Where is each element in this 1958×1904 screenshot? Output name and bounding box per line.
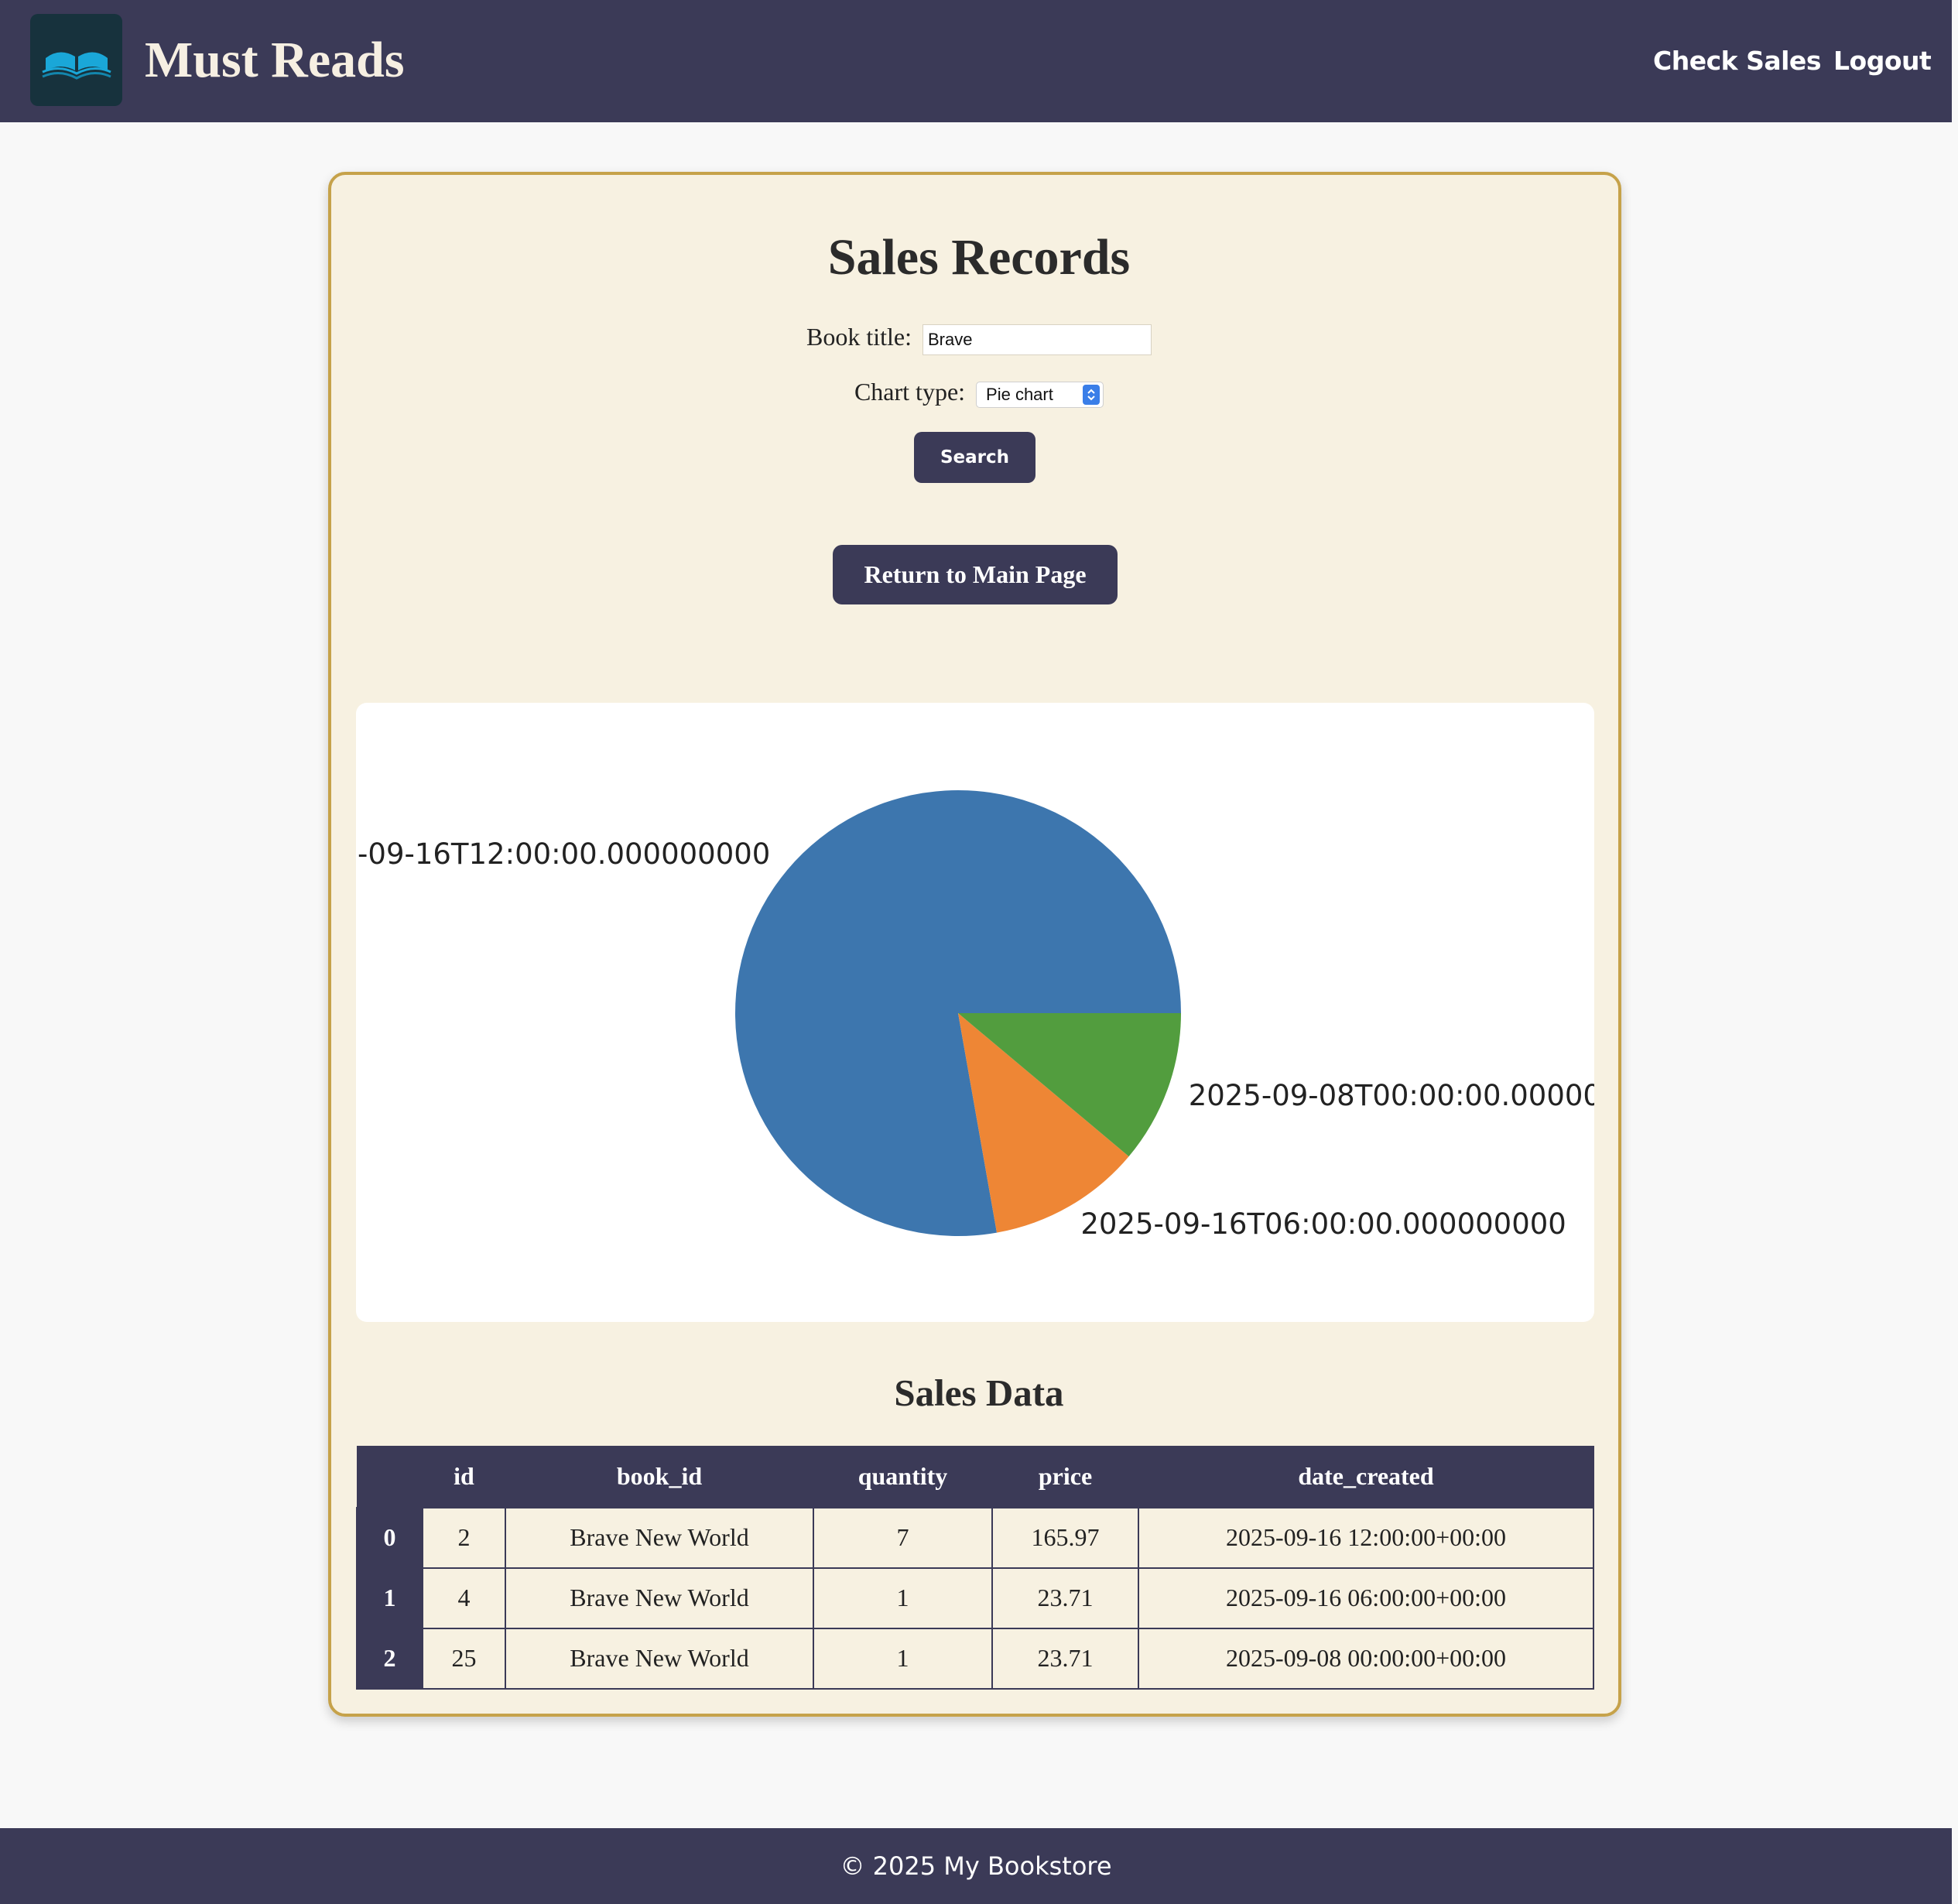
nav-check-sales-link[interactable]: Check Sales — [1653, 43, 1821, 79]
footer: © 2025 My Bookstore — [0, 1828, 1952, 1904]
sales-data-table: id book_id quantity price date_created 0… — [356, 1446, 1594, 1690]
book-logo-icon[interactable] — [30, 14, 122, 106]
date-created-cell: 2025-09-16 12:00:00+00:00 — [1138, 1506, 1594, 1569]
table-row: 2 25 Brave New World 1 23.71 2025-09-08 … — [356, 1627, 1594, 1690]
sales-data-title: Sales Data — [894, 1371, 1064, 1414]
select-arrows-icon — [1083, 384, 1101, 405]
column-header-id: id — [422, 1446, 506, 1508]
chart-type-label: Chart type: — [854, 378, 966, 406]
book-title-row: Book title: — [0, 320, 1958, 355]
nav-logout-link[interactable]: Logout — [1833, 43, 1932, 79]
quantity-cell: 1 — [813, 1567, 993, 1629]
quantity-cell: 1 — [813, 1627, 993, 1690]
row-index-cell: 1 — [356, 1567, 423, 1629]
id-cell: 4 — [422, 1567, 506, 1629]
pie-chart: 2025-09-16T12:00:00.000000000 2025-09-16T… — [356, 790, 1594, 1241]
date-created-cell: 2025-09-08 00:00:00+00:00 — [1138, 1627, 1594, 1690]
pie-slice-label: 2025-09-16T12:00:00.000000000 — [356, 837, 770, 871]
id-cell: 25 — [422, 1627, 506, 1690]
pie-slice-label: 2025-09-08T00:00:00.000000000 — [1189, 1079, 1594, 1112]
return-main-page-button[interactable]: Return to Main Page — [833, 545, 1118, 604]
book-id-cell: Brave New World — [505, 1506, 814, 1569]
column-header-book-id: book_id — [505, 1446, 814, 1508]
price-cell: 23.71 — [991, 1567, 1139, 1629]
table-row: 0 2 Brave New World 7 165.97 2025-09-16 … — [356, 1506, 1594, 1569]
pie-slice-label: 2025-09-16T06:00:00.000000000 — [1080, 1207, 1566, 1241]
id-cell: 2 — [422, 1506, 506, 1569]
row-index-cell: 2 — [356, 1627, 423, 1690]
book-title-label: Book title: — [806, 323, 912, 351]
chart-type-select[interactable]: Pie chart — [976, 381, 1104, 408]
brand-title[interactable]: Must Reads — [145, 29, 405, 91]
book-id-cell: Brave New World — [505, 1627, 814, 1690]
pie-chart-container: 2025-09-16T12:00:00.000000000 2025-09-16T… — [356, 703, 1594, 1322]
price-cell: 23.71 — [991, 1627, 1139, 1690]
table-header-row: id book_id quantity price date_created — [356, 1446, 1594, 1508]
top-navbar: Must Reads Check Sales Logout — [0, 0, 1952, 122]
search-button[interactable]: Search — [914, 432, 1035, 483]
column-header-date-created: date_created — [1138, 1446, 1594, 1508]
table-row: 1 4 Brave New World 1 23.71 2025-09-16 0… — [356, 1567, 1594, 1629]
price-cell: 165.97 — [991, 1506, 1139, 1569]
footer-copyright: © 2025 My Bookstore — [840, 1851, 1112, 1881]
chart-type-selected-value: Pie chart — [986, 384, 1053, 404]
column-header-index — [356, 1446, 423, 1508]
quantity-cell: 7 — [813, 1506, 993, 1569]
book-id-cell: Brave New World — [505, 1567, 814, 1629]
chart-type-row: Chart type: Pie chart — [0, 375, 1958, 409]
column-header-quantity: quantity — [813, 1446, 993, 1508]
date-created-cell: 2025-09-16 06:00:00+00:00 — [1138, 1567, 1594, 1629]
column-header-price: price — [991, 1446, 1139, 1508]
row-index-cell: 0 — [356, 1506, 423, 1569]
book-title-input[interactable] — [923, 324, 1152, 355]
page-title: Sales Records — [827, 229, 1131, 286]
